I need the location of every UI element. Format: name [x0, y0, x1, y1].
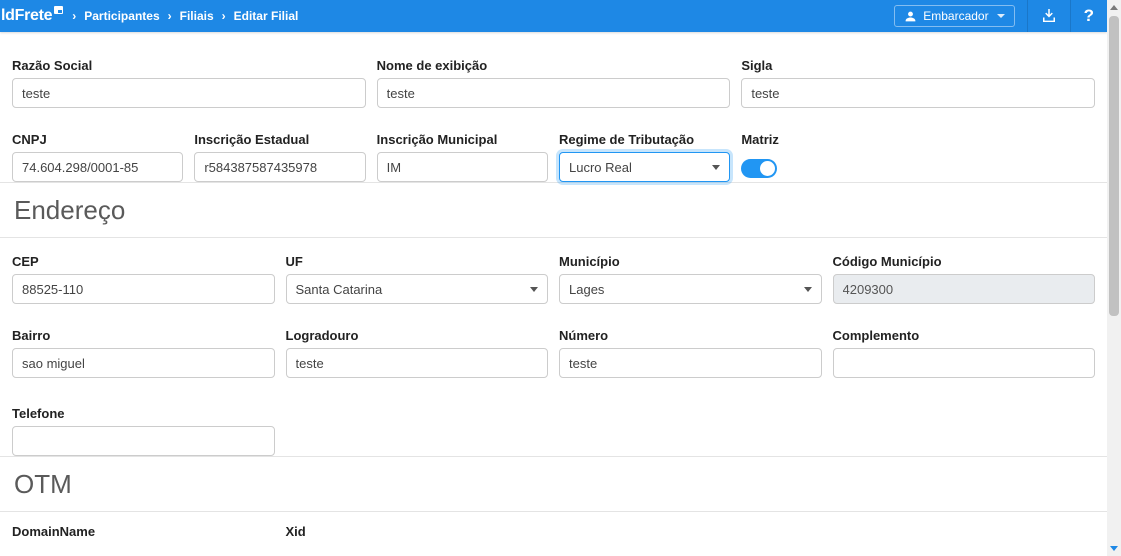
matriz-label: Matriz — [741, 132, 912, 147]
user-menu-button[interactable]: Embarcador — [894, 5, 1014, 27]
uf-label: UF — [286, 254, 549, 269]
nome-exibicao-group: Nome de exibição — [377, 58, 731, 108]
uf-value: Santa Catarina — [296, 282, 383, 297]
download-button[interactable] — [1027, 0, 1070, 32]
sigla-label: Sigla — [741, 58, 1095, 73]
bairro-label: Bairro — [12, 328, 275, 343]
regime-tributacao-group: Regime de Tributação Lucro Real — [559, 132, 730, 182]
row2-spacer — [924, 132, 1095, 182]
chevron-down-icon — [712, 165, 720, 170]
breadcrumb-separator: › — [168, 9, 172, 23]
inscricao-municipal-input[interactable] — [377, 152, 548, 182]
form-row-6: DomainName Xid — [0, 524, 1107, 544]
topbar: ldFrete › Participantes › Filiais › Edit… — [0, 0, 1107, 32]
breadcrumb-filiais[interactable]: Filiais — [180, 9, 214, 23]
inscricao-estadual-label: Inscrição Estadual — [194, 132, 365, 147]
breadcrumb-editar-filial[interactable]: Editar Filial — [234, 9, 299, 23]
xid-group: Xid — [286, 524, 549, 544]
form-content: Razão Social Nome de exibição Sigla CNPJ… — [0, 32, 1107, 544]
municipio-value: Lages — [569, 282, 604, 297]
sigla-input[interactable] — [741, 78, 1095, 108]
app-logo[interactable]: ldFrete — [0, 1, 63, 31]
uf-group: UF Santa Catarina — [286, 254, 549, 304]
scrollbar-up-arrow-icon[interactable] — [1110, 5, 1118, 10]
complemento-label: Complemento — [833, 328, 1096, 343]
telefone-input[interactable] — [12, 426, 275, 456]
bairro-group: Bairro — [12, 328, 275, 378]
scrollbar-down-arrow-icon[interactable] — [1110, 546, 1118, 551]
section-divider — [0, 511, 1107, 512]
domain-name-label: DomainName — [12, 524, 275, 539]
user-menu-label: Embarcador — [923, 9, 988, 23]
razao-social-group: Razão Social — [12, 58, 366, 108]
chevron-down-icon — [804, 287, 812, 292]
sigla-group: Sigla — [741, 58, 1095, 108]
bairro-input[interactable] — [12, 348, 275, 378]
inscricao-estadual-input[interactable] — [194, 152, 365, 182]
toggle-knob — [760, 161, 775, 176]
xid-label: Xid — [286, 524, 549, 539]
editar-filial-page: ldFrete › Participantes › Filiais › Edit… — [0, 0, 1121, 556]
scrollbar-thumb[interactable] — [1109, 16, 1119, 316]
numero-input[interactable] — [559, 348, 822, 378]
complemento-group: Complemento — [833, 328, 1096, 378]
codigo-municipio-input — [833, 274, 1096, 304]
numero-label: Número — [559, 328, 822, 343]
vertical-scrollbar[interactable] — [1107, 0, 1121, 556]
municipio-select[interactable]: Lages — [559, 274, 822, 304]
endereco-section-title: Endereço — [0, 183, 1107, 237]
form-row-5: Telefone — [0, 406, 1107, 456]
otm-section-title: OTM — [0, 457, 1107, 511]
cnpj-input[interactable] — [12, 152, 183, 182]
user-icon — [904, 10, 917, 23]
codigo-municipio-label: Código Município — [833, 254, 1096, 269]
topbar-right: Embarcador ? — [894, 0, 1107, 32]
breadcrumb-participantes[interactable]: Participantes — [84, 9, 159, 23]
numero-group: Número — [559, 328, 822, 378]
regime-tributacao-label: Regime de Tributação — [559, 132, 730, 147]
cnpj-label: CNPJ — [12, 132, 183, 147]
download-icon — [1041, 8, 1057, 24]
form-row-3: CEP UF Santa Catarina Município Lages Có… — [0, 254, 1107, 304]
uf-select[interactable]: Santa Catarina — [286, 274, 549, 304]
razao-social-label: Razão Social — [12, 58, 366, 73]
cep-input[interactable] — [12, 274, 275, 304]
telefone-group: Telefone — [12, 406, 275, 456]
codigo-municipio-group: Código Município — [833, 254, 1096, 304]
section-divider — [0, 237, 1107, 238]
app-logo-text: ldFrete — [1, 1, 52, 31]
nome-exibicao-label: Nome de exibição — [377, 58, 731, 73]
form-row-1: Razão Social Nome de exibição Sigla — [0, 58, 1107, 108]
breadcrumb: › Participantes › Filiais › Editar Filia… — [72, 9, 298, 23]
regime-tributacao-select[interactable]: Lucro Real — [559, 152, 730, 182]
complemento-input[interactable] — [833, 348, 1096, 378]
breadcrumb-separator: › — [222, 9, 226, 23]
chevron-down-icon — [530, 287, 538, 292]
logradouro-input[interactable] — [286, 348, 549, 378]
nome-exibicao-input[interactable] — [377, 78, 731, 108]
help-button[interactable]: ? — [1070, 0, 1107, 32]
telefone-label: Telefone — [12, 406, 275, 421]
cep-label: CEP — [12, 254, 275, 269]
cep-group: CEP — [12, 254, 275, 304]
inscricao-municipal-label: Inscrição Municipal — [377, 132, 548, 147]
form-row-4: Bairro Logradouro Número Complemento — [0, 328, 1107, 378]
domain-name-group: DomainName — [12, 524, 275, 544]
logradouro-group: Logradouro — [286, 328, 549, 378]
inscricao-municipal-group: Inscrição Municipal — [377, 132, 548, 182]
razao-social-input[interactable] — [12, 78, 366, 108]
matriz-group: Matriz — [741, 132, 912, 182]
regime-tributacao-value: Lucro Real — [569, 160, 632, 175]
matriz-toggle[interactable] — [741, 159, 777, 178]
breadcrumb-separator: › — [72, 9, 76, 23]
logo-flag-icon — [54, 6, 63, 14]
cnpj-group: CNPJ — [12, 132, 183, 182]
help-label: ? — [1084, 6, 1094, 26]
municipio-label: Município — [559, 254, 822, 269]
municipio-group: Município Lages — [559, 254, 822, 304]
chevron-down-icon — [997, 14, 1005, 18]
inscricao-estadual-group: Inscrição Estadual — [194, 132, 365, 182]
logradouro-label: Logradouro — [286, 328, 549, 343]
form-row-2: CNPJ Inscrição Estadual Inscrição Munici… — [0, 132, 1107, 182]
